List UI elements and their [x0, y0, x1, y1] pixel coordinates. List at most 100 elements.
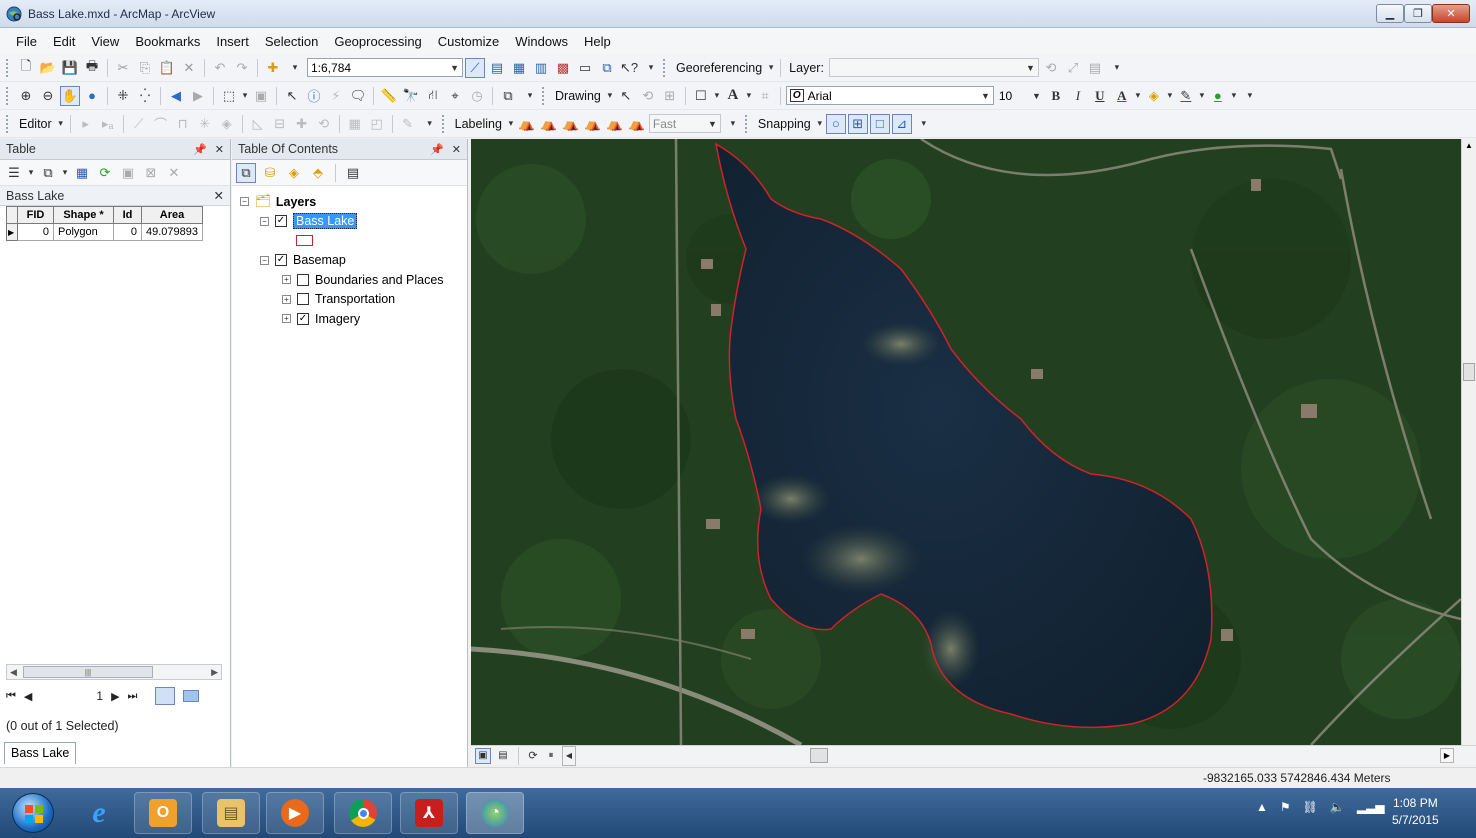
menu-view[interactable]: View [83, 34, 127, 49]
column-header-id[interactable]: Id [113, 206, 142, 224]
column-header-fid[interactable]: FID [17, 206, 54, 224]
volume-icon[interactable]: 🔈 [1330, 800, 1345, 814]
split-icon[interactable]: ✚ [292, 114, 312, 134]
catalog-window-icon[interactable]: ▦ [509, 58, 529, 78]
chevron-down-icon[interactable]: ▾ [27, 163, 35, 183]
map-display[interactable] [471, 139, 1461, 745]
fill-color-icon[interactable]: ◈ [1144, 86, 1164, 106]
toolbar-options-icon[interactable]: ▾ [723, 114, 743, 134]
toolbar-grip[interactable] [6, 114, 10, 133]
font-size-combo[interactable]: 10 ▼ [996, 86, 1044, 105]
taskbar-acrobat[interactable]: ⅄ [400, 792, 458, 834]
taskbar-outlook[interactable]: O [134, 792, 192, 834]
georef-layer-combo[interactable]: ▼ [828, 58, 1039, 77]
chevron-down-icon[interactable]: ▾ [61, 163, 69, 183]
chevron-down-icon[interactable]: ▾ [713, 86, 721, 106]
create-viewer-icon[interactable]: ⧉ [498, 86, 518, 106]
menu-file[interactable]: File [8, 34, 45, 49]
label-weight-icon[interactable]: ⛺ [627, 114, 647, 134]
toolbar-options-icon[interactable]: ▾ [520, 86, 540, 106]
taskbar-file-explorer[interactable]: ▤ [202, 792, 260, 834]
collapse-icon[interactable]: − [260, 216, 269, 226]
scroll-right-icon[interactable]: ▶ [1440, 748, 1454, 763]
show-selected-records-icon[interactable] [183, 690, 200, 702]
layer-basemap[interactable]: − ✓ Basemap [232, 251, 467, 271]
rotate-icon[interactable]: ⟲ [314, 114, 334, 134]
layer-transportation[interactable]: + Transportation [232, 290, 467, 310]
zoom-to-selected-icon[interactable]: ⊞ [660, 86, 680, 106]
layer-imagery[interactable]: + ✓ Imagery [232, 309, 467, 329]
cut-polygons-icon[interactable]: ⊟ [270, 114, 290, 134]
full-extent-icon[interactable]: ● [82, 86, 102, 106]
toolbar-grip[interactable] [6, 86, 10, 105]
close-button[interactable]: ✕ [1432, 4, 1470, 23]
reshape-icon[interactable]: ◺ [248, 114, 268, 134]
row-selector-icon[interactable]: ▶ [6, 223, 18, 241]
back-extent-icon[interactable]: ◀ [166, 86, 186, 106]
pin-icon[interactable]: 📌 [193, 143, 207, 156]
pan-hand-icon[interactable]: ✋ [60, 85, 80, 106]
aerial-imagery-map[interactable] [471, 139, 1461, 745]
menu-geoprocessing[interactable]: Geoprocessing [326, 34, 429, 49]
cell-shape[interactable]: Polygon [53, 223, 114, 241]
layer-label[interactable]: Boundaries and Places [315, 273, 444, 287]
delete-icon[interactable]: ✕ [164, 163, 184, 183]
lock-labels-icon[interactable]: ⛺ [539, 114, 559, 134]
layer-label[interactable]: Transportation [315, 292, 395, 306]
scroll-right-icon[interactable]: ▶ [211, 667, 218, 678]
text-tool-icon[interactable]: A [723, 86, 743, 106]
html-popup-icon[interactable]: 🗨 [348, 86, 368, 106]
scrollbar-thumb[interactable] [1463, 363, 1475, 381]
system-clock[interactable]: 1:08 PM 5/7/2015 [1392, 795, 1439, 829]
label-manager-icon[interactable]: ⛺ [517, 114, 537, 134]
layer-visibility-checkbox[interactable]: ✓ [275, 254, 287, 267]
find-route-icon[interactable]: ⛙ [423, 86, 443, 106]
paste-icon[interactable]: 📋 [157, 58, 177, 78]
expand-icon[interactable]: + [282, 275, 291, 285]
chevron-down-icon[interactable]: ▾ [1198, 86, 1206, 106]
zoom-in-icon[interactable]: ⊕ [16, 86, 36, 106]
signal-strength-icon[interactable]: ▂▃▅ [1357, 800, 1385, 814]
chevron-down-icon[interactable]: ▾ [745, 86, 753, 106]
go-to-xy-icon[interactable]: ⌖ [445, 86, 465, 106]
action-center-flag-icon[interactable]: ⚑ [1280, 800, 1291, 814]
polygon-symbol-icon[interactable] [296, 235, 313, 247]
minimize-button[interactable]: ▁ [1376, 4, 1404, 23]
table-horizontal-scrollbar[interactable]: ◀ ||| ▶ [6, 664, 222, 680]
scroll-up-icon[interactable]: ▲ [1465, 141, 1473, 150]
menu-windows[interactable]: Windows [507, 34, 576, 49]
georeferencing-menu[interactable]: Georeferencing [673, 61, 765, 75]
expand-icon[interactable]: + [282, 294, 291, 304]
chevron-down-icon[interactable]: ▾ [1134, 86, 1142, 106]
map-vertical-scrollbar[interactable]: ▲ [1461, 139, 1476, 745]
pin-icon[interactable]: 📌 [430, 143, 444, 156]
find-binoculars-icon[interactable]: 🔭 [401, 86, 421, 106]
create-features-icon[interactable]: ✎ [398, 114, 418, 134]
next-record-icon[interactable]: ▶ [111, 690, 119, 703]
table-options-icon[interactable]: ☰ [4, 163, 24, 183]
clear-selection-icon[interactable]: ▣ [251, 86, 271, 106]
list-by-source-icon[interactable]: ⛁ [260, 163, 280, 183]
scrollbar-thumb[interactable] [810, 748, 828, 763]
italic-button[interactable]: I [1068, 86, 1088, 106]
expand-icon[interactable]: + [282, 314, 291, 324]
edge-snapping-icon[interactable]: ⊿ [891, 113, 912, 134]
close-icon[interactable]: ✕ [214, 188, 224, 203]
taskbar-arcmap[interactable]: ◔ [466, 792, 524, 834]
chevron-down-icon[interactable]: ▾ [285, 58, 305, 78]
time-slider-icon[interactable]: ◷ [467, 86, 487, 106]
toolbar-options-icon[interactable]: ▾ [641, 58, 661, 78]
last-record-icon[interactable]: ⏭ [128, 690, 138, 703]
menu-bookmarks[interactable]: Bookmarks [127, 34, 208, 49]
labeling-menu[interactable]: Labeling [452, 117, 505, 131]
cut-icon[interactable]: ✂ [113, 58, 133, 78]
marker-color-icon[interactable]: ● [1208, 86, 1228, 106]
drawing-menu[interactable]: Drawing [552, 89, 604, 103]
editor-menu[interactable]: Editor [16, 117, 55, 131]
point-snapping-icon[interactable]: ○ [825, 113, 846, 134]
taskbar-media-player[interactable]: ▶ [266, 792, 324, 834]
layer-visibility-checkbox[interactable]: ✓ [297, 312, 309, 325]
previous-record-icon[interactable]: ◀ [24, 690, 32, 703]
straight-segment-icon[interactable]: ⟋ [129, 114, 149, 134]
chevron-down-icon[interactable]: ▾ [241, 86, 249, 106]
